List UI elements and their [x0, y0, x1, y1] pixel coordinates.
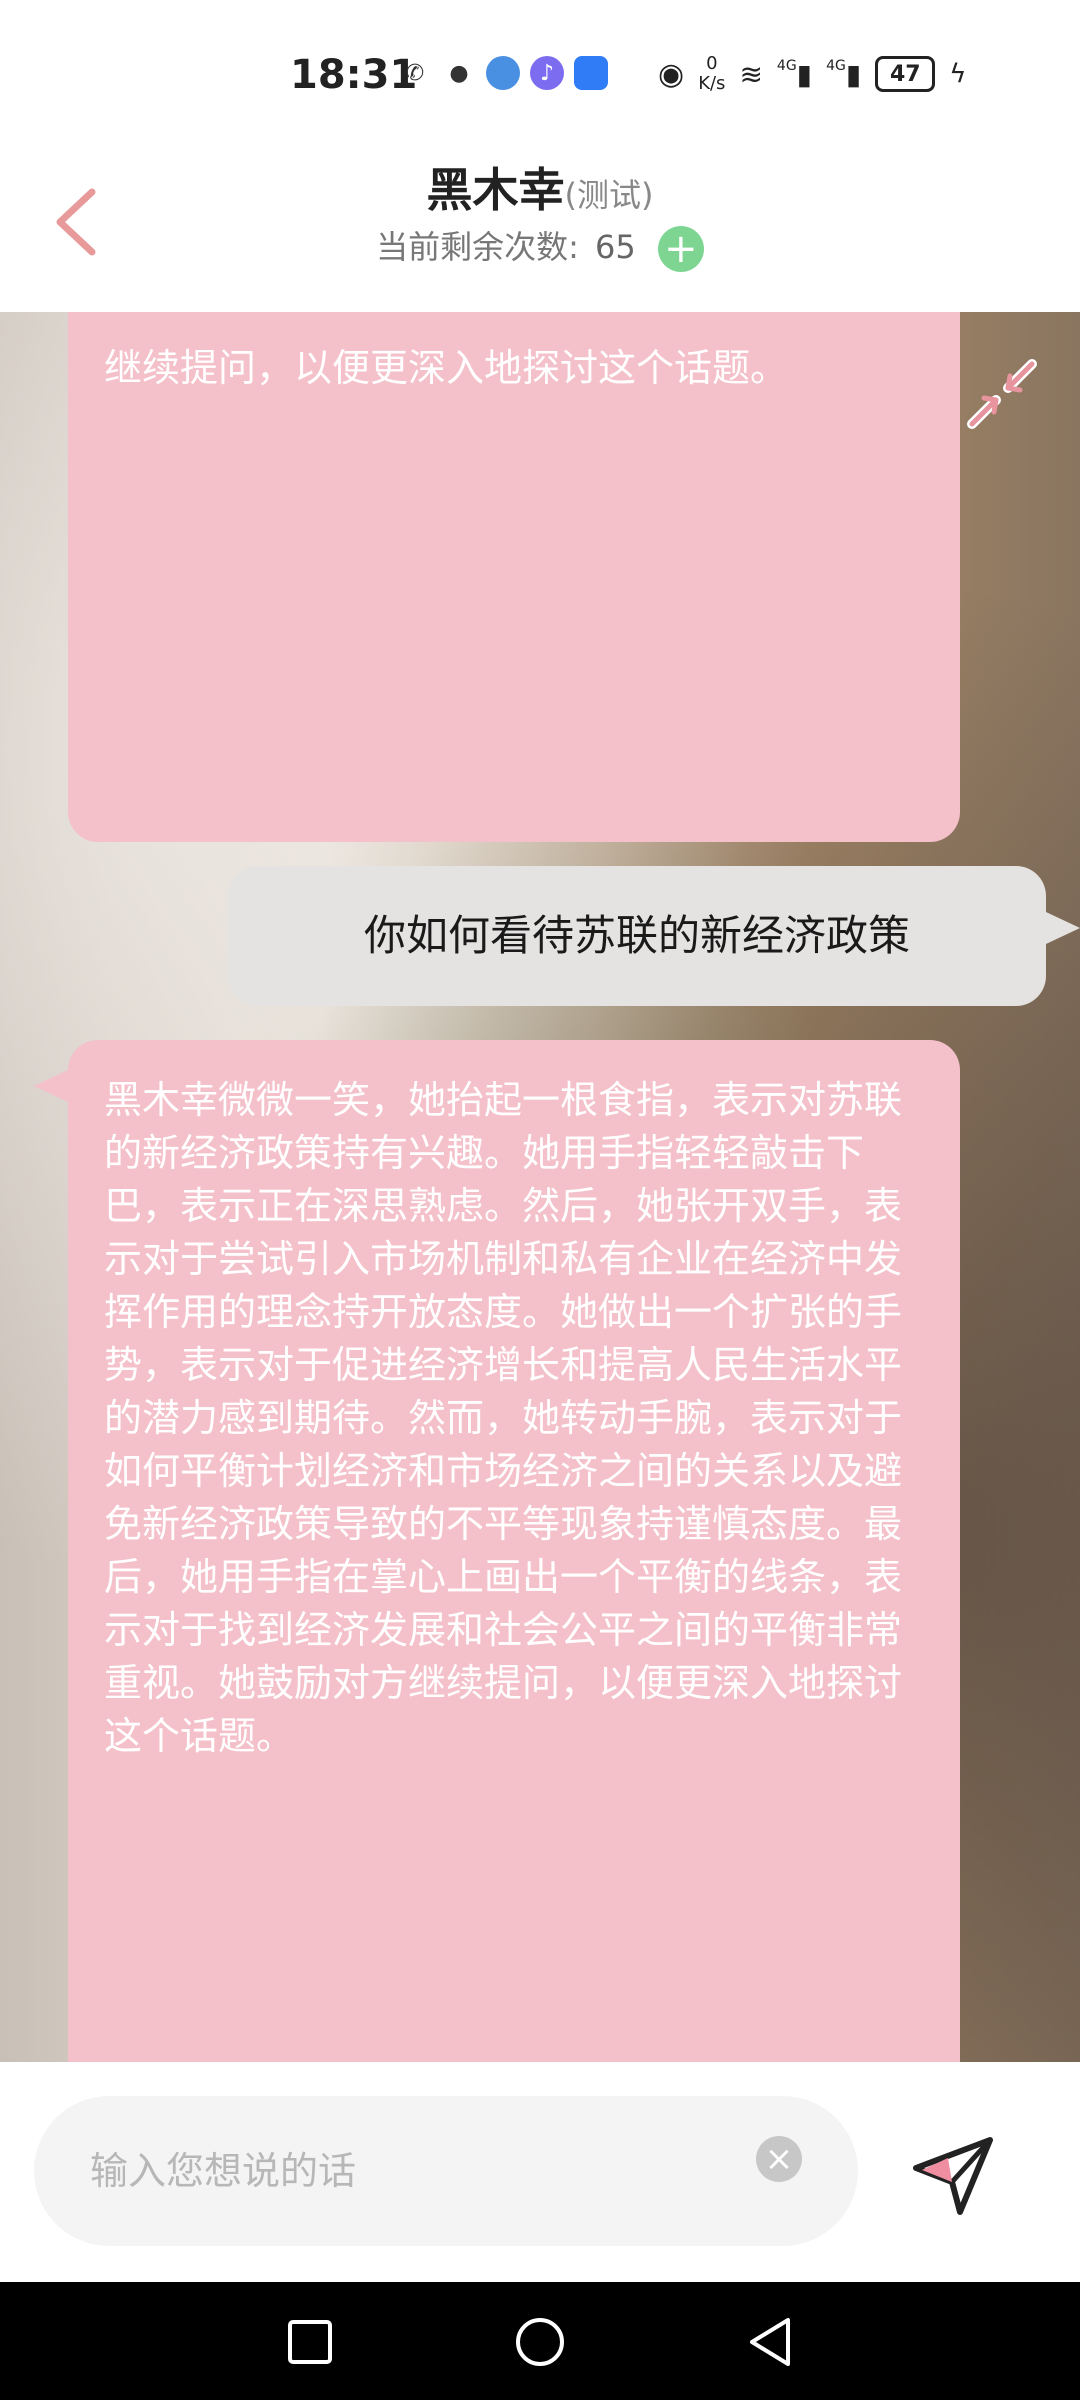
weather-icon — [574, 56, 608, 90]
nav-back-icon[interactable] — [740, 2312, 800, 2372]
page-title: 黑木幸 — [426, 163, 565, 217]
assistant-message: 黑木幸微微一笑，她抬起一根食指，表示对苏联的新经济政策持有兴趣。她用手指轻轻敲击… — [34, 1040, 960, 2062]
remaining-count-row: 当前剩余次数: 65 + — [0, 222, 1080, 272]
plus-icon[interactable]: + — [657, 226, 704, 272]
input-bar: 输入您想说的话 × — [0, 2062, 1080, 2282]
wechat-icon: ● — [449, 60, 469, 86]
title-suffix: (测试) — [564, 176, 654, 214]
battery-indicator: 47 — [875, 56, 936, 92]
wifi-icon: ≋ — [739, 57, 763, 91]
send-icon[interactable] — [908, 2128, 998, 2218]
net-speed-value: 0 — [706, 53, 718, 74]
remaining-label: 当前剩余次数: — [376, 228, 579, 266]
signal-2-label: 4G — [826, 57, 846, 74]
chat-area[interactable]: 继续提问，以便更深入地探讨这个话题。 你如何看待苏联的新经济政策 黑木幸微微一笑… — [0, 312, 1080, 2062]
user-message: 你如何看待苏联的新经济政策 — [228, 866, 1080, 1006]
signal-2-icon: 4G ▮ — [826, 57, 862, 91]
signal-1-label: 4G — [776, 57, 797, 74]
music-icon: ♪ — [530, 56, 564, 90]
assistant-message: 继续提问，以便更深入地探讨这个话题。 — [68, 312, 960, 842]
eye-icon: ◉ — [658, 56, 685, 92]
net-speed: 0 K/s — [698, 54, 725, 94]
nav-home-icon[interactable] — [510, 2312, 570, 2372]
collapse-icon[interactable] — [962, 354, 1042, 434]
nav-recents-icon[interactable] — [280, 2312, 340, 2372]
system-icons: ◉ 0 K/s ≋ 4G ▮ 4G ▮ 47 ϟ — [658, 54, 966, 94]
remaining-count: 65 — [595, 228, 636, 266]
charging-icon: ϟ — [949, 59, 967, 89]
message-input[interactable]: 输入您想说的话 — [34, 2096, 858, 2246]
title-row: 黑木幸(测试) — [0, 154, 1080, 220]
signal-1-icon: 4G ▮ — [776, 57, 813, 91]
browser-icon — [486, 56, 520, 90]
notification-icons: ✆ ● ♪ — [398, 56, 608, 90]
phone-icon: ✆ — [405, 60, 425, 86]
net-speed-unit: K/s — [698, 73, 726, 94]
chat-header: 黑木幸(测试) 当前剩余次数: 65 + — [0, 140, 1080, 312]
clear-icon[interactable]: × — [756, 2136, 802, 2182]
status-bar: 18:31 ✆ ● ♪ ◉ 0 K/s ≋ 4G ▮ 4G ▮ 47 ϟ — [0, 0, 1080, 140]
navigation-bar — [0, 2282, 1080, 2400]
